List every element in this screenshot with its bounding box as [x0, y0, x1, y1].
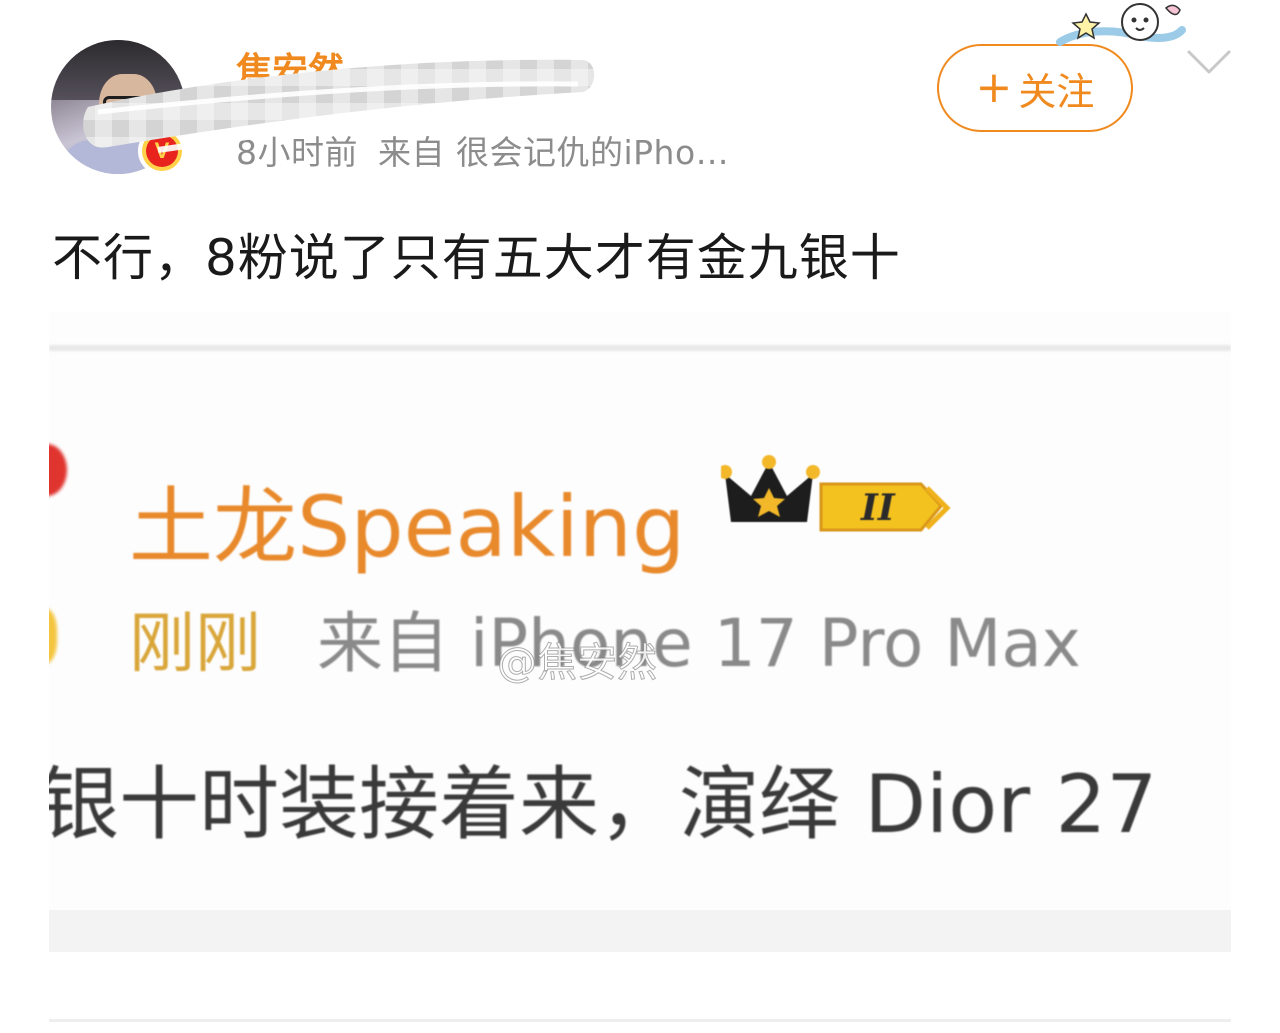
- embedded-body-text: 银十时装接着来，演绎 Dior 27: [49, 758, 1158, 851]
- embedded-source: 来自 iPhone 17 Pro Max: [317, 605, 1081, 682]
- post-meta: 8小时前 来自 很会记仇的iPho…: [236, 126, 749, 174]
- post-divider: [49, 1019, 1231, 1022]
- weibo-post-page: V 焦安然 8小时前 来自 很会记仇的iPho… + 关注 不行，8粉说了只有五…: [0, 0, 1280, 1033]
- post-image[interactable]: 土龙Speaking II 刚刚 来自 iPhone 17 Pro Max @焦…: [49, 312, 1231, 952]
- badge-fragment: [49, 608, 57, 664]
- author-name[interactable]: 焦安然: [236, 42, 344, 86]
- post-source: 来自 很会记仇的iPho…: [378, 133, 730, 172]
- embedded-time: 刚刚: [129, 605, 261, 682]
- verified-badge-icon: V: [138, 127, 186, 175]
- image-watermark: @焦安然: [497, 640, 658, 687]
- embedded-username: 土龙Speaking: [129, 478, 686, 576]
- level-badge: II: [860, 487, 896, 529]
- image-bottom-band: [49, 910, 1231, 952]
- post-content: 不行，8粉说了只有五大才有金九银十: [52, 229, 901, 287]
- crown-icon: II: [721, 455, 951, 532]
- image-divider: [49, 345, 1231, 351]
- post-time: 8小时前: [236, 133, 358, 172]
- sticker-icon: [1056, 3, 1186, 46]
- follow-label: 关注: [1018, 69, 1095, 114]
- chevron-down-icon[interactable]: [1185, 44, 1233, 80]
- avatar-fragment: [49, 444, 67, 496]
- plus-icon: +: [975, 62, 1013, 113]
